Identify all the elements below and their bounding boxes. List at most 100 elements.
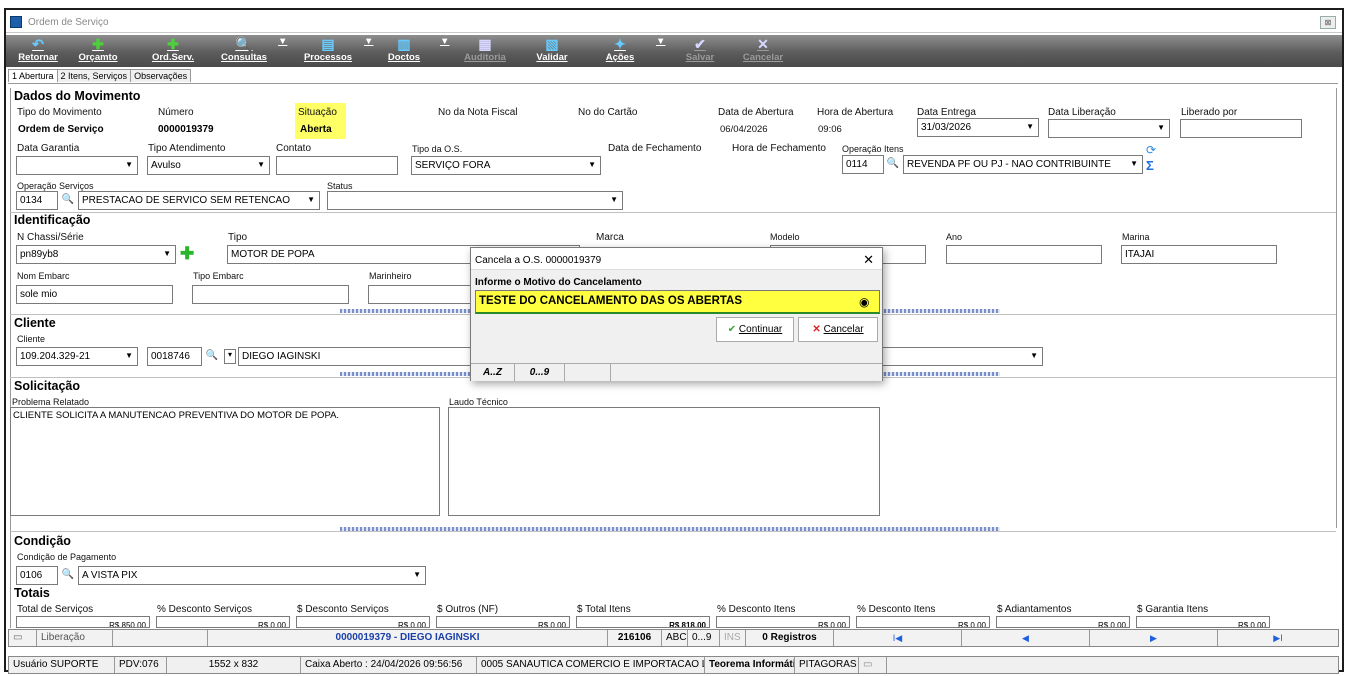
processos-dropdown-icon[interactable]: ▼ bbox=[364, 36, 373, 66]
tipo-os-select[interactable]: SERVIÇO FORA bbox=[411, 156, 601, 175]
problema-textarea[interactable]: CLIENTE SOLICITA A MANUTENCAO PREVENTIVA… bbox=[10, 407, 440, 516]
audit-icon: ▦ bbox=[478, 36, 492, 52]
search-icon: 🔍 bbox=[235, 36, 253, 52]
next-record-button[interactable]: ▶ bbox=[1090, 630, 1218, 646]
status-select[interactable] bbox=[327, 191, 623, 210]
validar-button[interactable]: ▧ Validar bbox=[530, 36, 574, 66]
retornar-button[interactable]: ↶ Retornar bbox=[16, 36, 60, 66]
section-dados-movimento: Dados do Movimento bbox=[14, 89, 141, 103]
cancelar-button[interactable]: ✕ Cancelar bbox=[798, 317, 878, 342]
numero-value: 0000019379 bbox=[158, 124, 214, 135]
add-chassi-icon[interactable]: ✚ bbox=[180, 244, 194, 264]
search-icon[interactable]: 🔍 bbox=[61, 194, 75, 205]
total-col-label: $ Total Itens bbox=[577, 604, 631, 615]
situacao-label: Situação bbox=[298, 107, 337, 118]
validate-icon: ▧ bbox=[545, 36, 559, 52]
laudo-textarea[interactable] bbox=[448, 407, 880, 516]
marina-input[interactable]: ITAJAI bbox=[1121, 245, 1277, 264]
operacao-servicos-code[interactable]: 0134 bbox=[16, 191, 58, 210]
search-icon[interactable]: 🔍 bbox=[205, 350, 219, 361]
contato-label: Contato bbox=[276, 143, 312, 154]
cliente-dropdown-icon[interactable]: ▾ bbox=[224, 349, 236, 364]
tab-abertura[interactable]: 1 Abertura bbox=[8, 69, 58, 82]
tipo-atendimento-select[interactable]: Avulso bbox=[147, 156, 270, 175]
tipo-atendimento-label: Tipo Atendimento bbox=[148, 143, 226, 154]
processos-button[interactable]: ▤ Processos bbox=[296, 36, 360, 66]
doctos-button[interactable]: ▥ Doctos bbox=[382, 36, 426, 66]
total-col-label: $ Outros (NF) bbox=[437, 604, 499, 615]
refresh-icon[interactable]: ⟳ bbox=[1146, 143, 1156, 157]
motivo-input[interactable]: TESTE DO CANCELAMENTO DAS OS ABERTAS bbox=[475, 290, 880, 314]
plus-icon: ✚ bbox=[167, 36, 179, 52]
section-condicao: Condição bbox=[14, 534, 71, 548]
liberacao-button[interactable]: Liberação bbox=[37, 630, 113, 646]
data-entrega-label: Data Entrega bbox=[917, 107, 976, 118]
auditoria-button[interactable]: ▦ Auditoria bbox=[458, 36, 512, 66]
prev-record-button[interactable]: ◀ bbox=[962, 630, 1090, 646]
total-col-label: % Desconto Itens bbox=[857, 604, 936, 615]
salvar-button[interactable]: ✔ Salvar bbox=[678, 36, 722, 66]
tipo-movimento-label: Tipo do Movimento bbox=[17, 107, 102, 118]
dialog-close-icon[interactable]: ✕ bbox=[863, 252, 874, 268]
data-garantia-label: Data Garantia bbox=[17, 143, 80, 154]
tab-observacoes[interactable]: Observações bbox=[130, 69, 192, 82]
last-record-button[interactable]: ▶I bbox=[1218, 630, 1338, 646]
operacao-itens-label: Operação Itens bbox=[842, 144, 904, 154]
check-icon: ✔ bbox=[694, 36, 706, 52]
acoes-button[interactable]: ✦ Ações bbox=[598, 36, 642, 66]
gear-icon: ✦ bbox=[614, 36, 626, 52]
marca-label: Marca bbox=[596, 232, 624, 243]
consultas-dropdown-icon[interactable]: ▼ bbox=[278, 36, 287, 66]
total-value-field: R$ 0,00 bbox=[436, 616, 570, 628]
close-window-button[interactable]: ⊠ bbox=[1320, 16, 1336, 29]
scrollbar-line[interactable] bbox=[1336, 88, 1337, 528]
first-record-button[interactable]: I◀ bbox=[834, 630, 962, 646]
total-value-field: R$ 0,00 bbox=[716, 616, 850, 628]
continuar-button[interactable]: ✔ Continuar bbox=[716, 317, 794, 342]
total-col-label: $ Garantia Itens bbox=[1137, 604, 1209, 615]
search-icon[interactable]: 🔍 bbox=[886, 158, 900, 169]
consultas-button[interactable]: 🔍 Consultas bbox=[214, 36, 274, 66]
chassi-select[interactable]: pn89yb8 bbox=[16, 245, 176, 264]
cliente-cpf-select[interactable]: 109.204.329-21 bbox=[16, 347, 138, 366]
operacao-servicos-label: Operação Serviços bbox=[17, 181, 94, 191]
orcamento-button[interactable]: ✚ Orçamto bbox=[74, 36, 122, 66]
data-garantia-input[interactable] bbox=[16, 156, 138, 175]
ano-input[interactable] bbox=[946, 245, 1102, 264]
cliente-code-input[interactable]: 0018746 bbox=[147, 347, 202, 366]
keyboard-icon[interactable]: ▭ bbox=[9, 630, 37, 646]
operacao-itens-code[interactable]: 0114 bbox=[842, 155, 884, 174]
total-col-label: $ Desconto Serviços bbox=[297, 604, 389, 615]
operacao-servicos-select[interactable]: PRESTACAO DE SERVICO SEM RETENCAO bbox=[78, 191, 320, 210]
marinheiro-input[interactable] bbox=[368, 285, 472, 304]
data-entrega-input[interactable]: 31/03/2026 bbox=[917, 118, 1039, 137]
operacao-itens-select[interactable]: REVENDA PF OU PJ - NAO CONTRIBUINTE bbox=[903, 155, 1143, 174]
tab-itens-servicos[interactable]: 2 Itens, Serviços bbox=[56, 69, 132, 82]
status-label: Status bbox=[327, 181, 353, 191]
data-liberacao-input[interactable] bbox=[1048, 119, 1170, 138]
eye-icon[interactable]: ◉ bbox=[859, 295, 869, 309]
current-record: 0000019379 - DIEGO IAGINSKI bbox=[208, 630, 608, 646]
ord-serv-button[interactable]: ✚ Ord.Serv. bbox=[146, 36, 200, 66]
nom-embarc-input[interactable]: sole mio bbox=[16, 285, 173, 304]
ano-label: Ano bbox=[946, 232, 963, 242]
condicao-pagamento-select[interactable]: A VISTA PIX bbox=[78, 566, 426, 585]
navigation-bar: ▭ Liberação 0000019379 - DIEGO IAGINSKI … bbox=[8, 629, 1339, 647]
doctos-dropdown-icon[interactable]: ▼ bbox=[440, 36, 449, 66]
condicao-pagamento-label: Condição de Pagamento bbox=[17, 552, 117, 562]
contato-input[interactable] bbox=[276, 156, 398, 175]
cancelar-toolbar-button[interactable]: ✕ Cancelar bbox=[738, 36, 788, 66]
nav-spacer bbox=[113, 630, 208, 646]
condicao-pagamento-code[interactable]: 0106 bbox=[16, 566, 58, 585]
acoes-dropdown-icon[interactable]: ▼ bbox=[656, 36, 665, 66]
search-icon[interactable]: 🔍 bbox=[61, 569, 75, 580]
marina-label: Marina bbox=[1122, 232, 1150, 242]
hora-abertura-label: Hora de Abertura bbox=[817, 107, 894, 118]
liberado-por-input[interactable] bbox=[1180, 119, 1302, 138]
problema-label: Problema Relatado bbox=[12, 397, 90, 407]
data-liberacao-label: Data Liberação bbox=[1048, 107, 1116, 118]
total-value-field: R$ 850,00 bbox=[16, 616, 150, 628]
total-value-field: R$ 0,00 bbox=[1136, 616, 1270, 628]
tipo-embarc-input[interactable] bbox=[192, 285, 349, 304]
sum-icon[interactable]: Σ bbox=[1146, 158, 1154, 173]
